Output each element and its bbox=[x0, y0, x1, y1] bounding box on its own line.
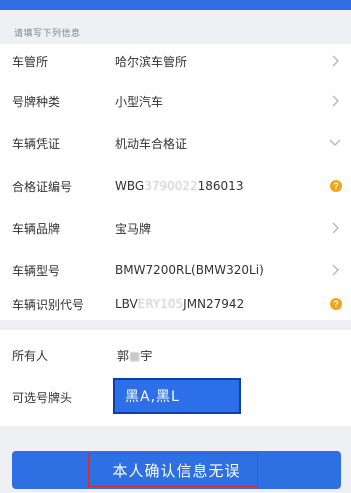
confirm-button-label: 本人确认信息无误 bbox=[112, 461, 241, 480]
chevron-right-icon bbox=[329, 221, 341, 235]
form-hint: 请填写下列信息 bbox=[14, 29, 81, 39]
field-value: 小型汽车 bbox=[115, 94, 164, 109]
field-label: 车辆识别代号 bbox=[12, 297, 85, 312]
field-value: 机动车合格证 bbox=[115, 136, 188, 151]
chevron-right-icon bbox=[329, 263, 341, 277]
field-certificate-number[interactable]: 合格证编号 WBG3790022186013 ? bbox=[0, 169, 351, 203]
field-label: 车辆品牌 bbox=[12, 221, 61, 236]
field-value: BMW7200RL(BMW320Li) bbox=[115, 263, 264, 277]
plate-prefix-selected[interactable]: 黑A,黑L bbox=[113, 378, 241, 414]
field-plate-type[interactable]: 号牌种类 小型汽车 bbox=[0, 84, 351, 118]
field-label: 车管所 bbox=[12, 54, 49, 69]
field-value: LBVERY105JMN27942 bbox=[115, 297, 245, 311]
field-value: WBG3790022186013 bbox=[115, 179, 244, 193]
field-label: 车辆凭证 bbox=[12, 136, 61, 151]
owner-value: 郭■宇 bbox=[117, 348, 153, 363]
field-label: 号牌种类 bbox=[12, 94, 61, 109]
info-icon[interactable]: ? bbox=[330, 298, 342, 310]
field-vehicle-office[interactable]: 车管所 哈尔滨车管所 bbox=[0, 44, 351, 78]
field-label: 合格证编号 bbox=[12, 179, 73, 194]
top-bar bbox=[0, 0, 351, 10]
field-value: 宝马牌 bbox=[115, 221, 152, 236]
field-label: 车辆型号 bbox=[12, 263, 61, 278]
field-owner: 所有人 郭■宇 bbox=[0, 338, 351, 372]
field-vehicle-model[interactable]: 车辆型号 BMW7200RL(BMW320Li) bbox=[0, 253, 351, 287]
field-vin[interactable]: 车辆识别代号 LBVERY105JMN27942 ? bbox=[0, 287, 351, 321]
field-vehicle-certificate[interactable]: 车辆凭证 机动车合格证 bbox=[0, 126, 351, 160]
vehicle-info-card: 车管所 哈尔滨车管所 号牌种类 小型汽车 车辆凭证 机动车合格证 合格证编号 W… bbox=[0, 44, 351, 320]
chevron-right-icon bbox=[329, 54, 341, 68]
plate-prefix-label: 可选号牌头 bbox=[12, 390, 73, 405]
info-icon[interactable]: ? bbox=[330, 180, 342, 192]
owner-info-card: 所有人 郭■宇 可选号牌头 黑A,黑L bbox=[0, 330, 351, 426]
chevron-right-icon bbox=[329, 94, 341, 108]
field-vehicle-brand[interactable]: 车辆品牌 宝马牌 bbox=[0, 211, 351, 245]
confirm-info-button[interactable]: 本人确认信息无误 bbox=[12, 451, 341, 489]
field-value: 哈尔滨车管所 bbox=[115, 54, 188, 69]
owner-label: 所有人 bbox=[12, 348, 49, 363]
chevron-down-icon bbox=[329, 136, 341, 150]
